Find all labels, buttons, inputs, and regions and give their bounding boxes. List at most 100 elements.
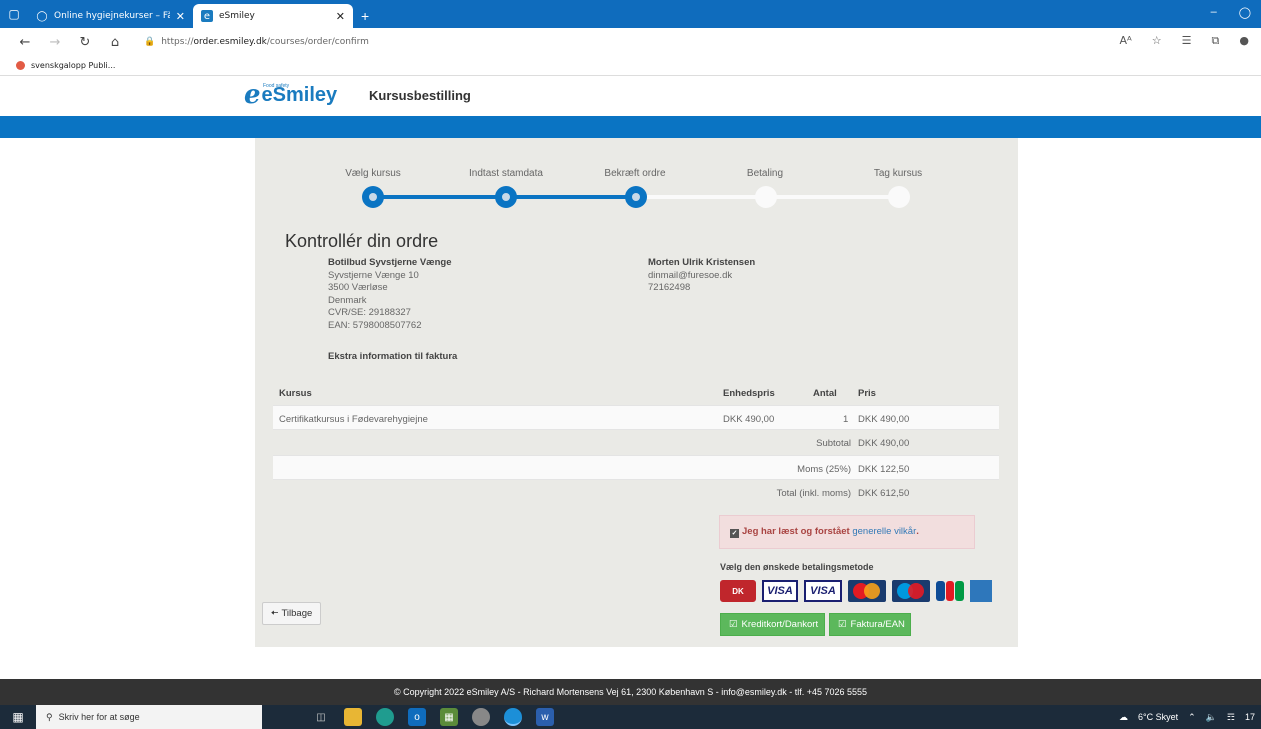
- forward-arrow-icon[interactable]: →: [44, 35, 66, 50]
- subtotal-label: Subtotal: [816, 438, 851, 449]
- vat-label: Moms (25%): [797, 464, 851, 475]
- url-prefix: https://: [161, 37, 194, 47]
- read-aloud-icon[interactable]: Aᴬ: [1120, 34, 1132, 48]
- step-dot-5: [888, 186, 910, 208]
- site-header: e eSmiley Food safety Kursusbestilling: [0, 76, 1261, 116]
- order-heading: Kontrollér din ordre: [285, 231, 439, 251]
- col-price: Pris: [858, 388, 876, 399]
- task-view-icon[interactable]: ◫: [312, 708, 330, 726]
- dankort-logo: DK: [720, 580, 756, 602]
- pay-invoice-button[interactable]: ☑ Faktura/EAN: [829, 613, 911, 636]
- new-tab-button[interactable]: +: [353, 4, 377, 28]
- url-field[interactable]: 🔒 https://order.esmiley.dk/courses/order…: [144, 37, 369, 47]
- course-name: Certifikatkursus i Fødevarehygiejne: [279, 414, 428, 425]
- edge-icon: ◯: [36, 10, 48, 22]
- favorites-bar: svenskgalopp Publi...: [0, 56, 1261, 76]
- arrow-left-icon: 🠄: [270, 607, 279, 619]
- terms-link[interactable]: generelle vilkår: [852, 526, 916, 537]
- edge-taskbar-icon[interactable]: [376, 708, 394, 726]
- weather-text[interactable]: 6°C Skyet: [1138, 712, 1178, 722]
- home-icon[interactable]: ⌂: [104, 35, 126, 50]
- browser-tab-bar: ▢ ◯ Online hygiejnekurser – Få certifi ✕…: [0, 0, 1261, 28]
- favorites-icon[interactable]: ☰: [1182, 34, 1192, 48]
- table-row: Certifikatkursus i Fødevarehygiejne DKK …: [273, 405, 999, 430]
- lock-icon: 🔒: [144, 37, 156, 47]
- unit-price: DKK 490,00: [723, 414, 775, 425]
- step-label-5: Tag kursus: [873, 168, 923, 179]
- visa-electron-logo: VISA: [804, 580, 842, 602]
- subtotal-value: DKK 490,00: [858, 438, 910, 449]
- payment-cards: DK VISA VISA: [720, 580, 992, 602]
- clock[interactable]: 17: [1245, 712, 1255, 722]
- search-icon: ⚲: [46, 711, 53, 722]
- subtotal-row: Subtotal DKK 490,00: [273, 430, 999, 455]
- profile-icon[interactable]: ●: [1239, 34, 1249, 48]
- site-footer: © Copyright 2022 eSmiley A/S - Richard M…: [0, 679, 1261, 705]
- contact-name: Morten Ulrik Kristensen: [648, 257, 756, 268]
- chevron-up-icon[interactable]: ⌃: [1188, 712, 1196, 723]
- close-tab-icon[interactable]: ✕: [176, 10, 185, 23]
- close-tab-icon[interactable]: ✕: [336, 10, 345, 23]
- pay-card-button[interactable]: ☑ Kreditkort/Dankort: [720, 613, 825, 636]
- line-price: DKK 490,00: [858, 414, 910, 425]
- taskbar-apps: ◫ o ▦ w: [312, 708, 554, 726]
- esmiley-logo[interactable]: e eSmiley Food safety: [244, 82, 337, 108]
- logo-tagline: Food safety: [263, 83, 290, 89]
- restore-icon[interactable]: ◯: [1239, 6, 1251, 19]
- contact-info: Morten Ulrik Kristensen dinmail@furesoe.…: [648, 257, 755, 295]
- step-dot-1: [362, 186, 384, 208]
- page-title: Kursusbestilling: [369, 88, 471, 103]
- favorite-site-icon: [16, 61, 25, 70]
- visa-logo: VISA: [762, 580, 798, 602]
- excel-icon[interactable]: ▦: [440, 708, 458, 726]
- col-unit-price: Enhedspris: [723, 388, 775, 399]
- favorite-item[interactable]: svenskgalopp Publi...: [31, 61, 115, 70]
- windows-start-icon[interactable]: ▦: [0, 710, 36, 724]
- browser-tab-hygiejnekurser[interactable]: ◯ Online hygiejnekurser – Få certifi ✕: [28, 4, 193, 28]
- add-favorite-icon[interactable]: ☆: [1152, 34, 1162, 48]
- billing-country: Denmark: [328, 294, 367, 306]
- esmiley-favicon-icon: e: [201, 10, 213, 22]
- file-explorer-icon[interactable]: [344, 708, 362, 726]
- url-path: /courses/order/confirm: [266, 37, 369, 47]
- back-arrow-icon[interactable]: ←: [14, 35, 36, 50]
- terms-checkbox[interactable]: ✓: [730, 529, 739, 538]
- step-label-4: Betaling: [746, 168, 784, 179]
- window-controls: – ◯: [1211, 6, 1251, 19]
- tab-title: Online hygiejnekurser – Få certifi: [54, 11, 170, 21]
- outlook-icon[interactable]: o: [408, 708, 426, 726]
- terms-text: Jeg har læst og forstået: [742, 526, 850, 537]
- tab-actions-icon[interactable]: ▢: [0, 0, 28, 28]
- amex-logo: [970, 580, 992, 602]
- contact-email: dinmail@furesoe.dk: [648, 269, 733, 281]
- taskbar-search[interactable]: ⚲ Skriv her for at søge: [36, 705, 262, 729]
- maestro-logo: [892, 580, 930, 602]
- col-course: Kursus: [279, 388, 312, 399]
- step-dot-3: [625, 186, 647, 208]
- billing-name: Botilbud Syvstjerne Vænge: [328, 257, 452, 268]
- billing-cvr: CVR/SE: 29188327: [328, 307, 411, 318]
- step-label-2: Indtast stamdata: [469, 168, 543, 179]
- network-icon[interactable]: ☶: [1227, 712, 1235, 723]
- back-button[interactable]: 🠄 Tilbage: [262, 602, 321, 625]
- chrome-icon[interactable]: [472, 708, 490, 726]
- mastercard-logo: [848, 580, 886, 602]
- payment-method-label: Vælg den ønskede betalingsmetode: [720, 562, 874, 572]
- address-bar: ← → ↻ ⌂ 🔒 https://order.esmiley.dk/cours…: [0, 28, 1261, 56]
- edge-active-icon[interactable]: [504, 708, 522, 726]
- terms-suffix: .: [916, 526, 919, 537]
- billing-street: Syvstjerne Vænge 10: [328, 269, 419, 281]
- speaker-icon[interactable]: 🔈: [1206, 712, 1217, 723]
- progress-steps: Vælg kursus Indtast stamdata Bekræft ord…: [255, 138, 1018, 218]
- refresh-icon[interactable]: ↻: [74, 35, 96, 50]
- vat-row: Moms (25%) DKK 122,50: [273, 455, 999, 480]
- billing-city: 3500 Værløse: [328, 282, 388, 293]
- collections-icon[interactable]: ⧉: [1212, 34, 1220, 48]
- minimize-icon[interactable]: –: [1211, 6, 1217, 19]
- vat-value: DKK 122,50: [858, 464, 910, 475]
- pay-card-label: Kreditkort/Dankort: [741, 619, 819, 630]
- browser-tab-esmiley[interactable]: e eSmiley ✕: [193, 4, 353, 28]
- check-square-icon: ☑: [838, 619, 847, 630]
- word-icon[interactable]: w: [536, 708, 554, 726]
- order-table: Kursus Enhedspris Antal Pris Certifikatk…: [273, 380, 999, 505]
